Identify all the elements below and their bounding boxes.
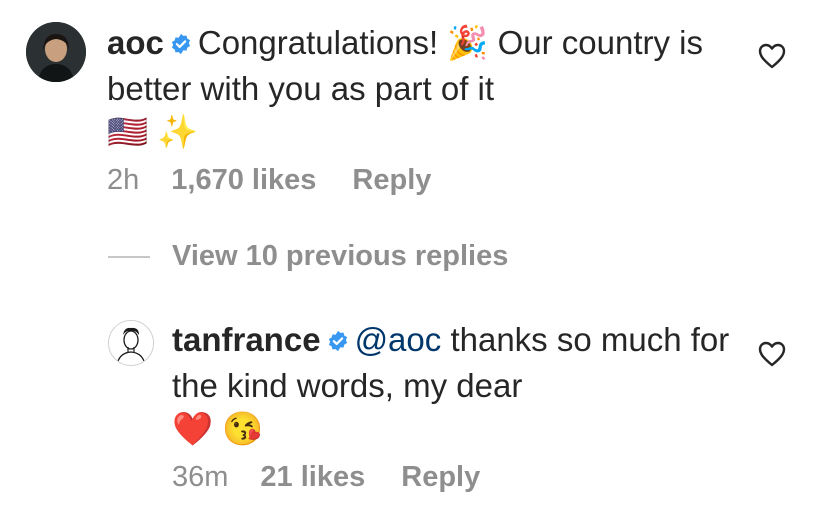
verified-badge-icon — [170, 23, 192, 64]
avatar-tanfrance[interactable] — [108, 320, 154, 366]
likes-count[interactable]: 1,670 likes — [171, 164, 316, 197]
comment-meta: 36m 21 likes Reply — [172, 461, 480, 494]
comment-body: Congratulations! 🎉 Our country is better… — [107, 24, 704, 107]
verified-badge-icon — [327, 320, 349, 361]
likes-count[interactable]: 21 likes — [260, 461, 365, 494]
timestamp: 36m — [172, 461, 229, 493]
mention-link[interactable]: @aoc — [355, 321, 442, 358]
comment-emojis: ❤️ 😘 — [172, 409, 264, 447]
comment-meta: 2h 1,670 likes Reply — [107, 164, 431, 197]
reply-button[interactable]: Reply — [401, 461, 480, 494]
divider — [108, 255, 150, 258]
reply-button[interactable]: Reply — [352, 164, 431, 197]
heart-icon[interactable] — [758, 341, 786, 372]
heart-icon[interactable] — [758, 43, 786, 74]
timestamp: 2h — [107, 164, 140, 196]
comment-text: aoc Congratulations! 🎉 Our country is bet… — [107, 22, 727, 152]
comment-text: tanfrance @aoc thanks so much for the kin… — [172, 319, 732, 449]
avatar-aoc[interactable] — [26, 22, 86, 82]
username[interactable]: tanfrance — [172, 321, 321, 358]
view-previous-replies[interactable]: View 10 previous replies — [108, 240, 508, 273]
view-replies-label: View 10 previous replies — [172, 240, 509, 272]
comment-emojis: 🇺🇸 ✨ — [107, 112, 199, 150]
username[interactable]: aoc — [107, 24, 164, 61]
